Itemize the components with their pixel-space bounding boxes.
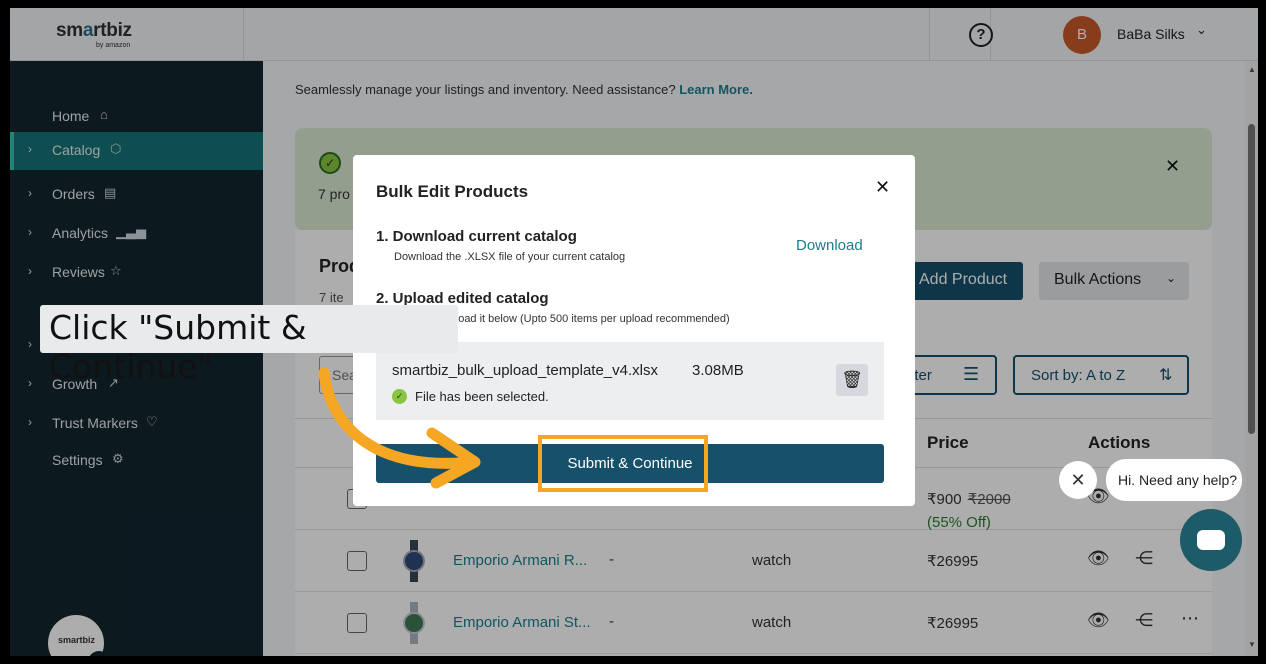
chat-launcher-button[interactable] xyxy=(1180,509,1242,571)
highlight-box xyxy=(538,435,708,492)
modal-title: Bulk Edit Products xyxy=(376,182,529,201)
file-size: 3.08MB xyxy=(692,362,744,379)
close-icon[interactable]: ✕ xyxy=(875,177,890,198)
chat-icon xyxy=(1197,530,1225,550)
chat-greeting[interactable]: Hi. Need any help? xyxy=(1106,459,1242,501)
trash-icon[interactable]: 🗑 xyxy=(836,364,868,396)
step1-title: 1. Download current catalog xyxy=(376,228,577,245)
step1-description: Download the .XLSX file of your current … xyxy=(394,251,626,263)
pointer-arrow-icon xyxy=(318,367,481,489)
chat-close-icon[interactable]: ✕ xyxy=(1059,461,1097,499)
download-link[interactable]: Download xyxy=(796,237,863,254)
app-window: smartbiz by amazon ? B BaBa Silks ⌄ Home… xyxy=(10,8,1258,656)
instruction-callout: Click "Submit & Continue" xyxy=(40,305,458,386)
